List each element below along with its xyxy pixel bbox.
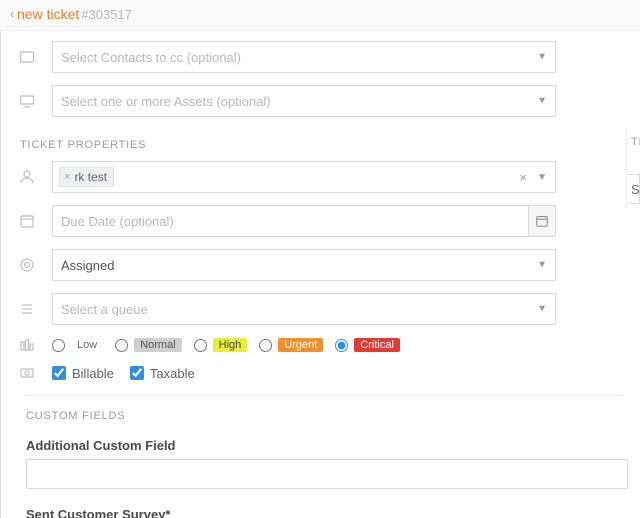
chevron-down-icon: ▼ [537,304,547,315]
severity-radio-group: Low Normal High Urgent Critical [52,338,556,352]
contacts-icon [16,49,38,65]
calendar-icon [16,213,38,229]
status-value: Assigned [61,258,114,273]
cc-row: Select Contacts to cc (optional) ▼ [8,41,640,73]
status-row: Assigned ▼ [8,249,640,281]
severity-low[interactable]: Low [52,338,103,352]
due-date-input[interactable]: Due Date (optional) [52,205,528,237]
assets-icon [16,93,38,109]
severity-row: Low Normal High Urgent Critical [8,337,640,353]
assets-select[interactable]: Select one or more Assets (optional) ▼ [52,85,556,117]
queue-icon [16,301,38,317]
assets-placeholder: Select one or more Assets (optional) [61,94,271,109]
severity-high[interactable]: High [194,338,248,352]
cc-placeholder: Select Contacts to cc (optional) [61,50,241,65]
queue-row: Select a queue ▼ [8,293,640,325]
clear-field-icon[interactable]: × [519,170,527,185]
status-select[interactable]: Assigned ▼ [52,249,556,281]
back-chevron-icon[interactable]: ‹ [10,8,14,20]
tag-remove-icon[interactable]: × [64,171,70,183]
chevron-down-icon: ▼ [537,96,547,107]
chevron-down-icon: ▼ [537,52,547,63]
ticket-id: #303517 [81,7,132,22]
severity-icon [16,337,38,353]
page-header: ‹ new ticket #303517 [0,0,640,27]
section-custom-fields: CUSTOM FIELDS [26,410,622,422]
section-ticket-properties: TICKET PROPERTIES [8,129,640,155]
right-panel-partial: TI S [626,128,640,208]
assets-row: Select one or more Assets (optional) ▼ [8,85,640,117]
billing-row: Billable Taxable [8,365,640,381]
due-date-row: Due Date (optional) [8,205,640,237]
owner-row: × rk test × ▼ [8,161,640,193]
right-panel-field-partial[interactable]: S [627,174,640,204]
severity-critical[interactable]: Critical [335,338,400,352]
due-date-picker-button[interactable] [528,205,556,237]
calendar-icon [535,214,549,228]
severity-normal[interactable]: Normal [115,338,181,352]
owner-tag-field[interactable]: × rk test × ▼ [52,161,556,193]
due-date-placeholder: Due Date (optional) [61,214,174,229]
owner-tag-label: rk test [74,170,107,184]
cf-additional-input[interactable] [26,459,628,489]
billable-checkbox[interactable]: Billable [52,366,114,381]
chevron-down-icon: ▼ [537,260,547,271]
queue-placeholder: Select a queue [61,302,148,317]
taxable-checkbox[interactable]: Taxable [130,366,195,381]
chevron-down-icon: ▼ [537,172,547,183]
owner-tag-chip: × rk test [59,167,114,187]
queue-select[interactable]: Select a queue ▼ [52,293,556,325]
severity-urgent[interactable]: Urgent [259,338,323,352]
billing-icon [16,365,38,381]
cc-select[interactable]: Select Contacts to cc (optional) ▼ [52,41,556,73]
status-icon [16,257,38,273]
page-title[interactable]: new ticket [17,6,79,22]
right-panel-label-partial: TI [627,136,640,148]
cf-survey-label: Sent Customer Survey* [26,507,622,518]
cf-additional-label: Additional Custom Field [26,438,622,453]
owner-icon [16,169,38,185]
